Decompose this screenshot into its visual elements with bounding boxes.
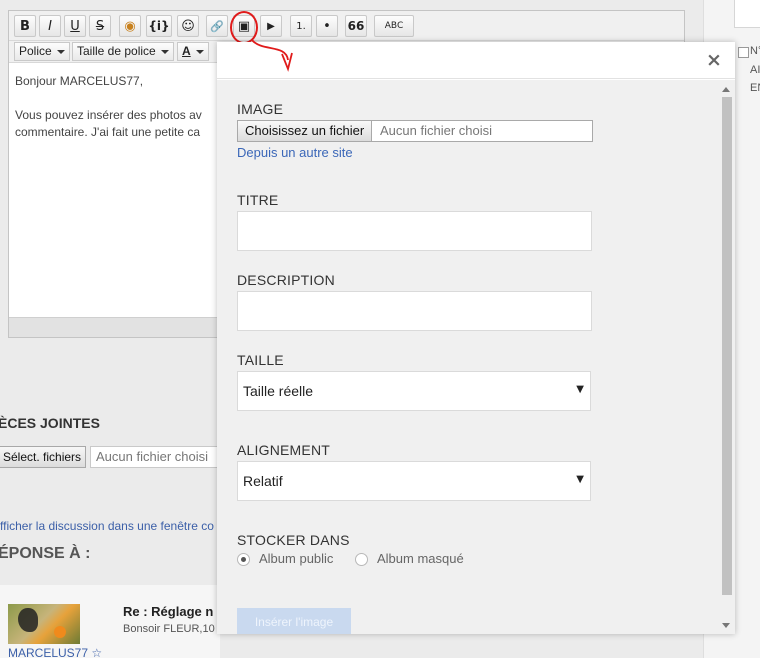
editor-toolbar: B I U S ◉ {i} ☺ 🔗 ▣ ▶ 1. • 66 ABC <box>9 11 684 41</box>
insert-image-modal: × IMAGE Choisissez un fichier Aucun fich… <box>217 42 735 634</box>
scroll-down-icon[interactable] <box>722 623 730 628</box>
post-excerpt: Bonsoir FLEUR,10 <box>123 623 215 635</box>
radio-album-public[interactable] <box>237 553 250 566</box>
post-title[interactable]: Re : Réglage n <box>123 604 213 619</box>
close-icon[interactable]: × <box>706 50 722 70</box>
annotation-circle <box>230 11 258 44</box>
post-author-link[interactable]: MARCELUS77 ☆ <box>8 646 102 658</box>
code-button[interactable]: {i} <box>146 15 172 37</box>
radio-album-public-label[interactable]: Album public <box>259 551 333 566</box>
attachments-title: ÈCES JOINTES <box>0 415 100 431</box>
image-label: IMAGE <box>237 101 284 117</box>
no-file-text: Aucun fichier choisi <box>90 446 220 468</box>
emoji-icon[interactable]: ☺ <box>177 15 199 37</box>
scrollbar-thumb[interactable] <box>722 97 732 595</box>
title-label: TITRE <box>237 192 279 208</box>
right-checkbox[interactable] <box>738 47 749 58</box>
size-select-value: Taille réelle <box>243 383 314 399</box>
radio-album-hidden-label[interactable]: Album masqué <box>377 551 464 566</box>
other-site-link[interactable]: Depuis un autre site <box>237 145 353 160</box>
font-dropdown[interactable]: Police <box>14 42 70 61</box>
modal-scrollbar[interactable] <box>719 80 735 634</box>
spoiler-icon[interactable]: ◉ <box>119 15 141 37</box>
reply-to-title: ÉPONSE À : <box>0 545 91 562</box>
avatar[interactable] <box>8 604 80 644</box>
scroll-up-icon[interactable] <box>722 87 730 92</box>
size-select[interactable]: Taille réelle ▼ <box>237 371 591 411</box>
alignment-select[interactable]: Relatif ▼ <box>237 461 591 501</box>
bullet-list-icon[interactable]: • <box>316 15 338 37</box>
flower-icon <box>54 626 66 638</box>
modal-header: × <box>217 42 735 79</box>
view-discussion-link[interactable]: fficher la discussion dans une fenêtre c… <box>0 519 214 533</box>
radio-album-hidden[interactable] <box>355 553 368 566</box>
select-files-button[interactable]: Sélect. fichiers <box>0 446 87 468</box>
alignment-select-value: Relatif <box>243 473 283 489</box>
insert-video-icon[interactable]: ▶ <box>260 15 282 37</box>
underline-button[interactable]: U <box>64 15 86 37</box>
image-file-input[interactable]: Choisissez un fichier Aucun fichier choi… <box>237 120 593 142</box>
insert-image-button[interactable]: Insérer l'image <box>237 608 351 634</box>
strikethrough-button[interactable]: S <box>89 15 111 37</box>
right-text: EN <box>750 82 760 94</box>
description-label: DESCRIPTION <box>237 272 335 288</box>
butterfly-icon <box>18 608 38 632</box>
modal-body: IMAGE Choisissez un fichier Aucun fichie… <box>217 80 719 634</box>
size-label: TAILLE <box>237 352 284 368</box>
chevron-down-icon: ▼ <box>576 384 584 395</box>
store-label: STOCKER DANS <box>237 532 350 548</box>
chevron-down-icon: ▼ <box>576 474 584 485</box>
right-text: AI <box>750 64 760 76</box>
font-dropdown-label: Police <box>19 44 52 58</box>
bold-button[interactable]: B <box>14 15 36 37</box>
chevron-down-icon <box>160 49 169 54</box>
chevron-down-icon <box>195 49 204 54</box>
italic-button[interactable]: I <box>39 15 61 37</box>
text-color-label: A <box>182 44 191 58</box>
font-size-dropdown[interactable]: Taille de police <box>72 42 174 61</box>
spellcheck-icon[interactable]: ABC <box>374 15 414 37</box>
choose-file-button[interactable]: Choisissez un fichier <box>238 121 373 141</box>
right-text: N° <box>750 45 760 57</box>
title-input[interactable] <box>237 211 592 251</box>
quote-icon[interactable]: 66 <box>345 15 367 37</box>
numbered-list-icon[interactable]: 1. <box>290 15 312 37</box>
description-input[interactable] <box>237 291 592 331</box>
right-box <box>734 0 760 28</box>
font-size-dropdown-label: Taille de police <box>77 44 156 58</box>
text-color-dropdown[interactable]: A <box>177 42 209 61</box>
no-file-text: Aucun fichier choisi <box>380 123 492 138</box>
chevron-down-icon <box>56 49 65 54</box>
link-icon[interactable]: 🔗 <box>206 15 228 37</box>
alignment-label: ALIGNEMENT <box>237 442 331 458</box>
